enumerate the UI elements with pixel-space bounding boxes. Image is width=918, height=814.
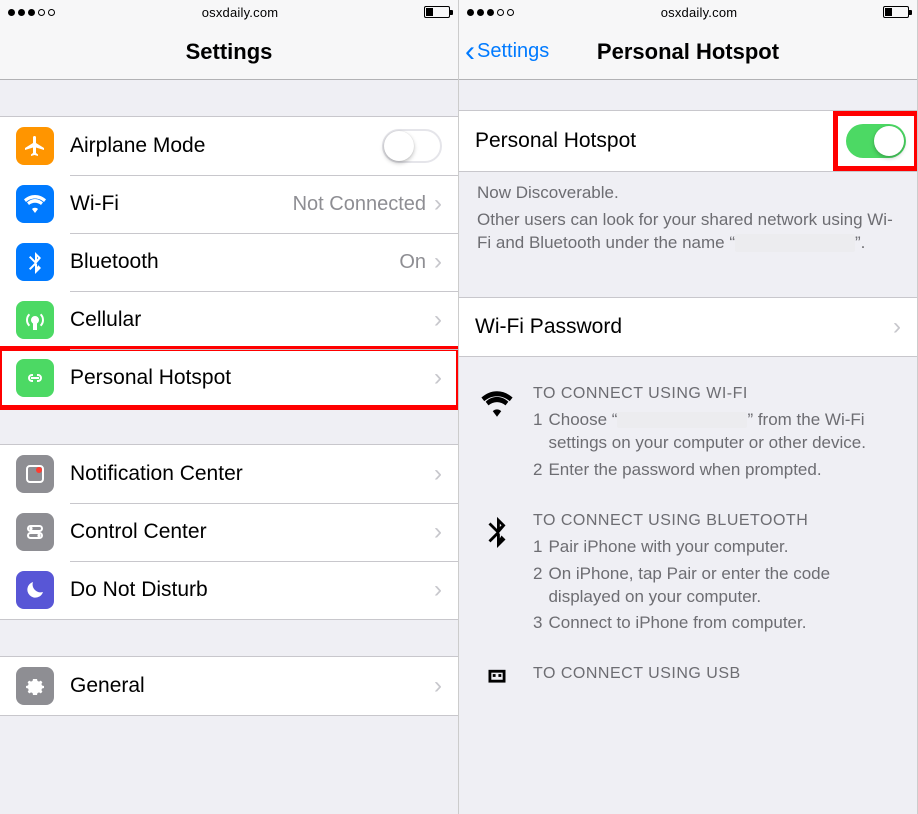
status-bar: osxdaily.com xyxy=(459,0,917,24)
instr-usb: TO CONNECT USING USB xyxy=(477,665,899,701)
wifi-icon xyxy=(16,185,54,223)
row-notification-center[interactable]: Notification Center › xyxy=(0,445,458,503)
hotspot-screen: osxdaily.com ‹ Settings Personal Hotspot… xyxy=(459,0,918,814)
row-hotspot-toggle[interactable]: Personal Hotspot xyxy=(459,111,917,171)
instr-wifi: TO CONNECT USING WI-FI 1 Choose “” from … xyxy=(477,385,899,486)
instr-bt-title: TO CONNECT USING BLUETOOTH xyxy=(533,512,899,530)
hotspot-label: Personal Hotspot xyxy=(70,366,231,390)
chevron-left-icon: ‹ xyxy=(465,37,475,67)
hotspot-content: Personal Hotspot Now Discoverable. Other… xyxy=(459,80,917,814)
dnd-label: Do Not Disturb xyxy=(70,578,208,602)
airplane-toggle[interactable] xyxy=(382,129,442,163)
general-label: General xyxy=(70,674,145,698)
settings-screen: osxdaily.com Settings Airplane Mode xyxy=(0,0,459,814)
wifi-icon xyxy=(477,385,517,486)
discoverable-title: Now Discoverable. xyxy=(477,182,899,205)
chevron-right-icon: › xyxy=(434,190,442,218)
redacted-name xyxy=(735,234,855,252)
row-do-not-disturb[interactable]: Do Not Disturb › xyxy=(0,561,458,619)
redacted-name xyxy=(617,412,747,428)
back-button[interactable]: ‹ Settings xyxy=(465,37,549,67)
row-cellular[interactable]: Cellular › xyxy=(0,291,458,349)
control-center-icon xyxy=(16,513,54,551)
row-bluetooth[interactable]: Bluetooth On › xyxy=(0,233,458,291)
signal-strength xyxy=(8,9,56,16)
instr-wifi-step2: 2Enter the password when prompted. xyxy=(533,459,899,482)
usb-icon xyxy=(477,665,517,701)
discoverable-body: Other users can look for your shared net… xyxy=(477,209,899,255)
wifi-label: Wi-Fi xyxy=(70,192,119,216)
instructions: TO CONNECT USING WI-FI 1 Choose “” from … xyxy=(459,385,917,702)
bluetooth-icon xyxy=(16,243,54,281)
status-bar: osxdaily.com xyxy=(0,0,458,24)
gear-icon xyxy=(16,667,54,705)
status-url: osxdaily.com xyxy=(202,5,279,20)
settings-list: Airplane Mode Wi-Fi Not Connected › Blue… xyxy=(0,80,458,814)
chevron-right-icon: › xyxy=(434,306,442,334)
chevron-right-icon: › xyxy=(434,518,442,546)
instr-usb-title: TO CONNECT USING USB xyxy=(533,665,899,683)
wifi-password-label: Wi-Fi Password xyxy=(475,315,622,339)
battery-indicator xyxy=(424,6,450,18)
status-url: osxdaily.com xyxy=(661,5,738,20)
bluetooth-label: Bluetooth xyxy=(70,250,159,274)
cellular-icon xyxy=(16,301,54,339)
bluetooth-icon xyxy=(477,512,517,640)
chevron-right-icon: › xyxy=(434,460,442,488)
dnd-icon xyxy=(16,571,54,609)
cellular-label: Cellular xyxy=(70,308,141,332)
row-personal-hotspot[interactable]: Personal Hotspot › xyxy=(0,349,458,407)
chevron-right-icon: › xyxy=(434,576,442,604)
row-airplane-mode[interactable]: Airplane Mode xyxy=(0,117,458,175)
signal-strength xyxy=(467,9,515,16)
airplane-icon xyxy=(16,127,54,165)
hotspot-toggle[interactable] xyxy=(846,124,906,158)
battery-indicator xyxy=(883,6,909,18)
row-control-center[interactable]: Control Center › xyxy=(0,503,458,561)
wifi-value: Not Connected xyxy=(293,193,426,216)
chevron-right-icon: › xyxy=(434,672,442,700)
back-label: Settings xyxy=(477,40,549,63)
chevron-right-icon: › xyxy=(434,364,442,392)
nav-bar: Settings xyxy=(0,24,458,80)
hotspot-icon xyxy=(16,359,54,397)
page-title: Personal Hotspot xyxy=(597,39,779,65)
row-general[interactable]: General › xyxy=(0,657,458,715)
bluetooth-value: On xyxy=(399,251,426,274)
notif-label: Notification Center xyxy=(70,462,243,486)
page-title: Settings xyxy=(186,39,273,65)
instr-wifi-title: TO CONNECT USING WI-FI xyxy=(533,385,899,403)
row-wifi[interactable]: Wi-Fi Not Connected › xyxy=(0,175,458,233)
instr-wifi-step1: 1 Choose “” from the Wi-Fi settings on y… xyxy=(533,409,899,455)
discoverable-text: Now Discoverable. Other users can look f… xyxy=(459,172,917,261)
airplane-label: Airplane Mode xyxy=(70,134,205,158)
control-label: Control Center xyxy=(70,520,207,544)
chevron-right-icon: › xyxy=(893,313,901,341)
chevron-right-icon: › xyxy=(434,248,442,276)
nav-bar: ‹ Settings Personal Hotspot xyxy=(459,24,917,80)
row-wifi-password[interactable]: Wi-Fi Password › xyxy=(459,298,917,356)
instr-bt-step2: 2On iPhone, tap Pair or enter the code d… xyxy=(533,563,899,609)
highlight-box xyxy=(833,111,917,171)
hotspot-toggle-label: Personal Hotspot xyxy=(475,129,636,153)
notification-center-icon xyxy=(16,455,54,493)
instr-bt-step3: 3Connect to iPhone from computer. xyxy=(533,612,899,635)
instr-bluetooth: TO CONNECT USING BLUETOOTH 1Pair iPhone … xyxy=(477,512,899,640)
instr-bt-step1: 1Pair iPhone with your computer. xyxy=(533,536,899,559)
